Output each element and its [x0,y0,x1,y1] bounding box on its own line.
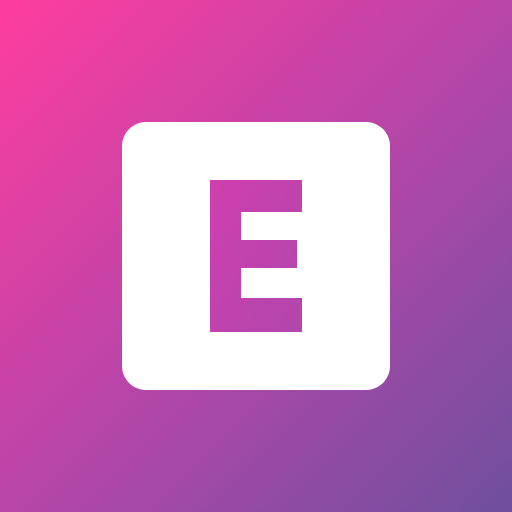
app-icon-background [0,0,512,512]
app-icon-tile [122,122,390,390]
letter-e-shape [210,180,302,332]
letter-e-icon [210,180,302,332]
